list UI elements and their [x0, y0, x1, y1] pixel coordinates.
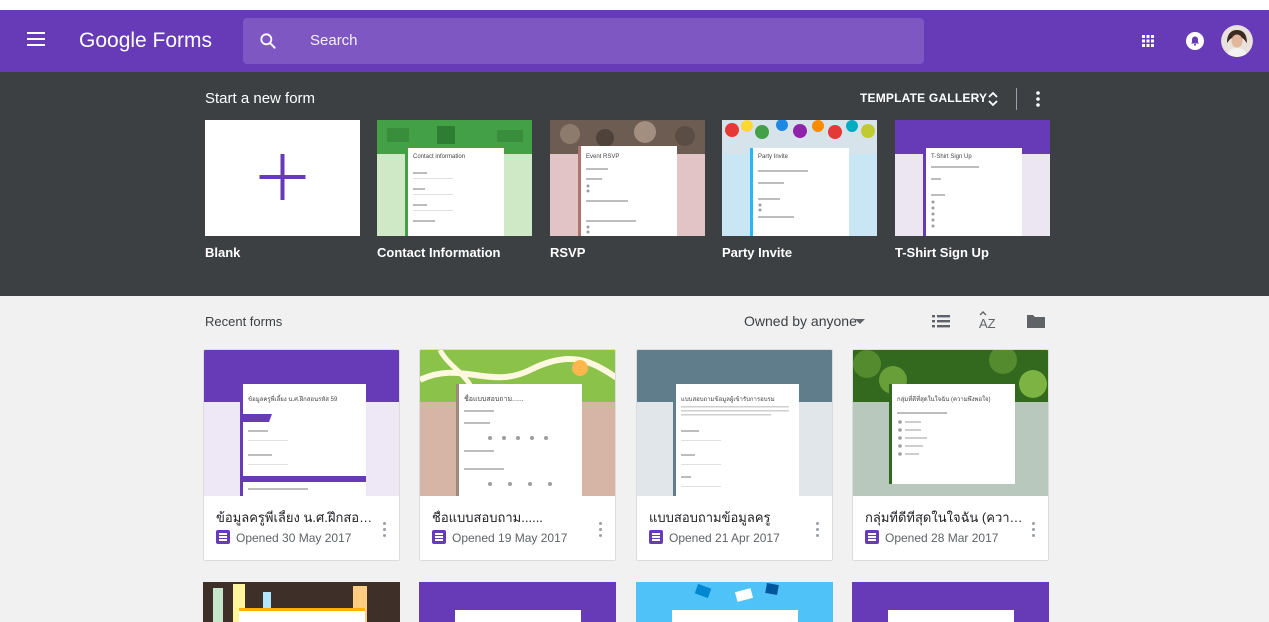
sort-az-icon[interactable]: AZ — [976, 310, 1000, 332]
recent-form-card[interactable]: กลุ่มที่ดีที่สุดในใจฉัน (ความพึงพอใจ) กล… — [852, 349, 1049, 561]
search-icon — [260, 33, 276, 49]
template-label-rsvp[interactable]: RSVP — [550, 245, 585, 261]
recent-form-card[interactable]: ข้อมูลครูพี่เลี้ยง น.ศ.ฝึกสอนรหัส 59 ข้อ… — [203, 349, 400, 561]
expand-collapse-icon[interactable] — [986, 89, 1000, 109]
template-thumbnail — [550, 120, 705, 236]
menu-icon[interactable] — [27, 32, 45, 46]
forms-doc-icon — [865, 530, 879, 544]
template-thumb-title: Contact information — [413, 154, 466, 160]
more-vert-icon[interactable] — [1030, 520, 1038, 540]
form-thumbnail — [888, 610, 1014, 622]
recent-forms-section: Recent forms Owned by anyone AZ ข้อมูลคร… — [0, 296, 1269, 622]
avatar[interactable] — [1221, 25, 1253, 57]
more-vert-icon[interactable] — [381, 520, 389, 540]
recent-form-card[interactable]: ชื่อแบบสอบถาม...... ชื่อแบบสอบถาม...... … — [419, 349, 616, 561]
template-party-invite[interactable]: Party Invite — [722, 120, 877, 236]
form-title: กลุ่มที่ดีที่สุดในใจฉัน (ความพึง... — [865, 510, 1025, 525]
form-thumbnail — [853, 350, 1048, 496]
form-title: แบบสอบถามข้อมูลครู — [649, 510, 771, 525]
form-thumbnail — [672, 583, 798, 622]
template-thumb-title: Event RSVP — [586, 154, 620, 160]
owner-filter-dropdown[interactable]: Owned by anyone — [744, 312, 857, 330]
list-view-icon[interactable] — [929, 310, 953, 332]
search-placeholder: Search — [310, 32, 358, 49]
recent-form-card-partial[interactable] — [419, 582, 616, 622]
form-thumb-title: แบบสอบถามข้อมูลผู้เข้ารับการอบรม — [681, 397, 775, 403]
form-title: ข้อมูลครูพี่เลี้ยง น.ศ.ฝึกสอนรห้... — [216, 510, 376, 525]
form-thumb-title: ชื่อแบบสอบถาม...... — [464, 396, 524, 403]
search-input[interactable]: Search — [243, 18, 924, 64]
form-opened-date: Opened 21 Apr 2017 — [669, 531, 780, 545]
more-vert-icon[interactable] — [597, 520, 605, 540]
template-blank[interactable] — [205, 120, 360, 236]
apps-grid-icon[interactable] — [1133, 26, 1163, 56]
more-vert-icon[interactable] — [1030, 88, 1046, 110]
template-thumb-title: Party Invite — [758, 154, 789, 160]
forms-doc-icon — [216, 530, 230, 544]
gallery-divider — [1016, 88, 1017, 110]
template-band: Start a new form TEMPLATE GALLERY Blank — [0, 72, 1269, 296]
template-thumb-title: T-Shirt Sign Up — [931, 154, 972, 160]
svg-text:AZ: AZ — [979, 316, 996, 331]
google-forms-home: Google Forms Search Start a new form TEM… — [0, 0, 1269, 622]
folder-icon[interactable] — [1024, 310, 1048, 332]
plus-icon — [259, 154, 306, 200]
app-title[interactable]: Google Forms — [79, 27, 212, 55]
form-opened-date: Opened 30 May 2017 — [236, 531, 352, 545]
top-strip — [0, 0, 1269, 10]
form-opened-date: Opened 19 May 2017 — [452, 531, 568, 545]
recent-form-card-partial[interactable] — [636, 582, 833, 622]
template-label-blank[interactable]: Blank — [205, 245, 240, 261]
form-thumbnail — [420, 350, 615, 496]
recent-form-card[interactable]: แบบสอบถามข้อมูลผู้เข้ารับการอบรม แบบสอบถ… — [636, 349, 833, 561]
recent-form-card-partial[interactable] — [852, 582, 1049, 622]
template-label-t-shirt-sign-up[interactable]: T-Shirt Sign Up — [895, 245, 989, 261]
form-thumbnail — [204, 350, 399, 496]
start-new-form-title: Start a new form — [205, 90, 316, 107]
template-t-shirt-sign-up[interactable]: T-Shirt Sign Up — [895, 120, 1050, 236]
template-thumbnail — [722, 120, 877, 236]
template-gallery-button[interactable]: TEMPLATE GALLERY — [860, 88, 987, 108]
template-label-contact-information[interactable]: Contact Information — [377, 245, 501, 261]
template-thumbnail — [895, 120, 1050, 236]
template-rsvp[interactable]: Event RSVP — [550, 120, 705, 236]
forms-doc-icon — [432, 530, 446, 544]
dropdown-caret-icon[interactable] — [855, 319, 865, 325]
recent-forms-title: Recent forms — [205, 314, 283, 329]
form-thumbnail — [637, 350, 832, 496]
form-title: ชื่อแบบสอบถาม...... — [432, 510, 543, 525]
form-thumb-title: ข้อมูลครูพี่เลี้ยง น.ศ.ฝึกสอนรหัส 59 — [248, 397, 338, 403]
template-thumbnail — [377, 120, 532, 236]
notifications-icon[interactable] — [1180, 26, 1210, 56]
more-vert-icon[interactable] — [814, 520, 822, 540]
form-thumb-title: กลุ่มที่ดีที่สุดในใจฉัน (ความพึงพอใจ) — [897, 397, 991, 403]
template-label-party-invite[interactable]: Party Invite — [722, 245, 792, 261]
forms-doc-icon — [649, 530, 663, 544]
template-contact-information[interactable]: Contact information — [377, 120, 532, 236]
form-thumbnail — [213, 584, 367, 622]
recent-form-card-partial[interactable] — [203, 582, 400, 622]
app-bar: Google Forms Search — [0, 10, 1269, 72]
form-opened-date: Opened 28 Mar 2017 — [885, 531, 999, 545]
form-thumbnail — [455, 610, 581, 622]
